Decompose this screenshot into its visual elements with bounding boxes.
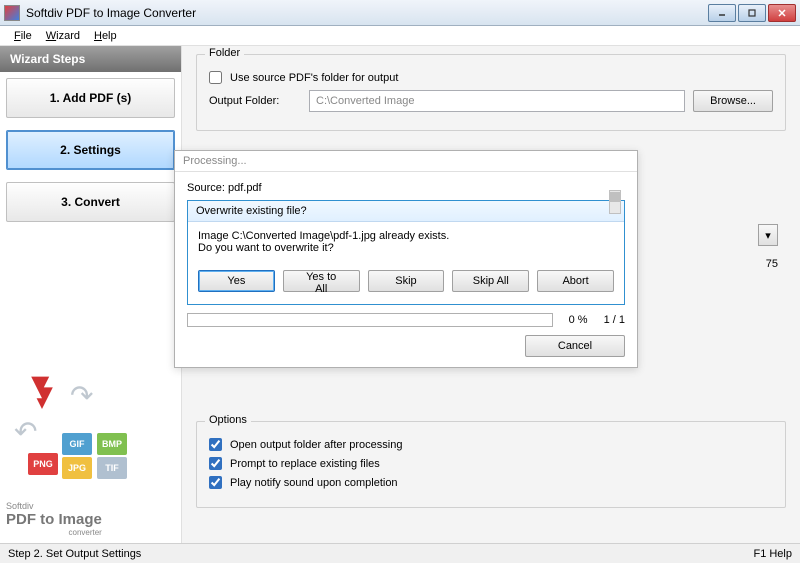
minimize-button[interactable] [708,4,736,22]
yes-button[interactable]: Yes [198,270,275,292]
window-title: Softdiv PDF to Image Converter [26,6,708,20]
output-folder-input[interactable] [309,90,685,112]
promo-brand: Softdiv [6,501,102,511]
abort-button[interactable]: Abort [537,270,614,292]
opt-open-folder-label: Open output folder after processing [230,439,402,451]
skip-all-button[interactable]: Skip All [452,270,529,292]
titlebar: Softdiv PDF to Image Converter [0,0,800,26]
yes-all-button[interactable]: Yes to All [283,270,360,292]
app-icon [4,5,20,21]
opt-notify-sound-checkbox[interactable] [209,476,222,489]
progress-count: 1 / 1 [604,314,625,326]
menubar: File Wizard Help [0,26,800,46]
folder-fieldset: Folder Use source PDF's folder for outpu… [196,54,786,131]
format-tif-icon: TIF [97,457,127,479]
options-fieldset: Options Open output folder after process… [196,421,786,508]
value-75: 75 [766,258,778,270]
folder-legend: Folder [205,47,244,59]
browse-button[interactable]: Browse... [693,90,773,112]
close-button[interactable] [768,4,796,22]
statusbar: Step 2. Set Output Settings F1 Help [0,543,800,563]
maximize-button[interactable] [738,4,766,22]
output-folder-label: Output Folder: [209,95,301,107]
step-settings[interactable]: 2. Settings [6,130,175,170]
arrow-icon: ↷ [70,379,93,412]
cancel-button[interactable]: Cancel [525,335,625,357]
step-convert[interactable]: 3. Convert [6,182,175,222]
overwrite-title: Overwrite existing file? [188,201,624,222]
adobe-pdf-icon [24,373,60,409]
use-source-checkbox[interactable] [209,71,222,84]
promo-panel: ↷ ↷ PNG GIF JPG BMP TIF Softdiv PDF to I… [0,363,181,543]
opt-prompt-replace-label: Prompt to replace existing files [230,458,380,470]
overwrite-line2: Do you want to overwrite it? [198,242,614,254]
sidebar: Wizard Steps 1. Add PDF (s) 2. Settings … [0,46,182,543]
format-gif-icon: GIF [62,433,92,455]
format-png-icon: PNG [28,453,58,475]
progress-percent: 0 % [569,314,588,326]
progress-bar [187,313,553,327]
processing-title: Processing... [175,151,637,172]
processing-dialog: Processing... Source: pdf.pdf Overwrite … [174,150,638,368]
opt-notify-sound-label: Play notify sound upon completion [230,477,398,489]
options-legend: Options [205,414,251,426]
menu-file[interactable]: File [8,28,38,44]
sidebar-header: Wizard Steps [0,46,181,72]
step-add-pdf[interactable]: 1. Add PDF (s) [6,78,175,118]
format-jpg-icon: JPG [62,457,92,479]
promo-sub: converter [6,528,102,537]
status-right: F1 Help [753,548,792,560]
overwrite-dialog: Overwrite existing file? Image C:\Conver… [187,200,625,305]
overwrite-line1: Image C:\Converted Image\pdf-1.jpg alrea… [198,230,614,242]
scroll-thumb[interactable] [610,192,620,202]
promo-title: PDF to Image [6,511,102,528]
skip-button[interactable]: Skip [368,270,445,292]
menu-wizard[interactable]: Wizard [40,28,86,44]
use-source-label: Use source PDF's folder for output [230,72,398,84]
menu-help[interactable]: Help [88,28,123,44]
opt-open-folder-checkbox[interactable] [209,438,222,451]
arrow-icon: ↷ [14,415,37,448]
scrollbar[interactable] [609,190,621,214]
opt-prompt-replace-checkbox[interactable] [209,457,222,470]
processing-source: Source: pdf.pdf [187,182,625,194]
dropdown-toggle[interactable]: ▾ [758,224,778,246]
format-bmp-icon: BMP [97,433,127,455]
status-left: Step 2. Set Output Settings [8,548,141,560]
